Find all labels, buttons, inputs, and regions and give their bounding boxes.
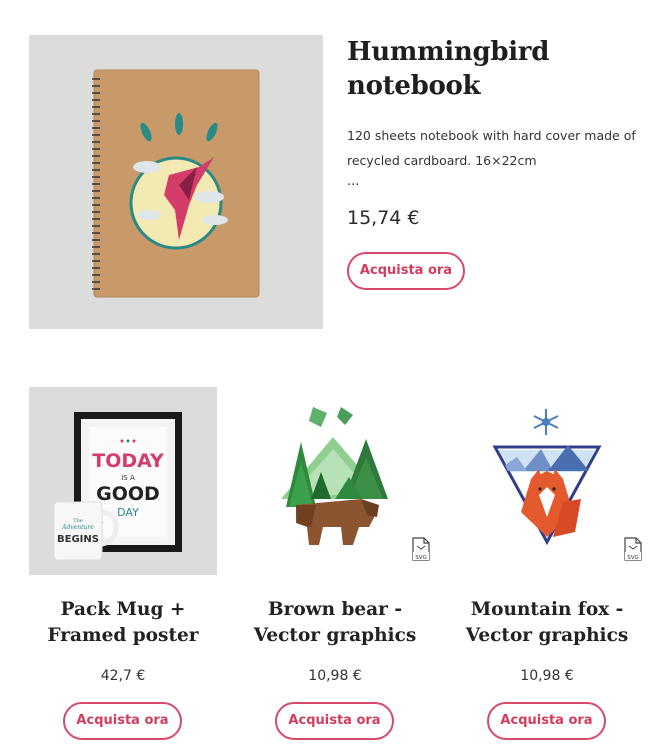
featured-buy-button[interactable]: Acquista ora bbox=[347, 252, 465, 290]
buy-button-brown-bear[interactable]: Acquista ora bbox=[275, 702, 394, 740]
product-price-brown-bear: 10,98 € bbox=[308, 668, 362, 684]
poster-line-3: GOOD bbox=[96, 483, 160, 505]
brown-bear-image[interactable]: SVG bbox=[241, 387, 431, 575]
product-title-mountain-fox[interactable]: Mountain fox - Vector graphics bbox=[453, 597, 641, 649]
mug-line-2: Adventure bbox=[61, 524, 94, 531]
featured-product-price: 15,74 € bbox=[347, 207, 420, 229]
product-price-mug-poster: 42,7 € bbox=[100, 668, 146, 684]
svg-badge-label: SVG bbox=[415, 555, 427, 561]
product-card-mountain-fox: SVG Mountain fox - Vector graphics 10,98… bbox=[453, 387, 643, 740]
mug-poster-image[interactable]: TODAY IS A GOOD DAY The Adventure BEGINS bbox=[29, 387, 217, 575]
poster-line-1: TODAY bbox=[92, 450, 164, 472]
buy-button-mountain-fox[interactable]: Acquista ora bbox=[487, 702, 606, 740]
hummingbird-notebook-image[interactable] bbox=[29, 35, 323, 329]
poster-line-2: IS A bbox=[121, 474, 135, 482]
buy-button-mug-poster[interactable]: Acquista ora bbox=[63, 702, 182, 740]
poster-line-4: DAY bbox=[117, 506, 139, 519]
svg-file-icon: SVG bbox=[411, 537, 431, 565]
product-title-brown-bear[interactable]: Brown bear - Vector graphics bbox=[241, 597, 429, 649]
svg-file-icon: SVG bbox=[623, 537, 643, 565]
featured-product-description: 120 sheets notebook with hard cover made… bbox=[347, 128, 636, 168]
featured-description-ellipsis: ... bbox=[347, 174, 360, 189]
mug-line-3: BEGINS bbox=[57, 534, 99, 545]
product-title-mug-poster[interactable]: Pack Mug + Framed poster bbox=[29, 597, 217, 649]
product-price-mountain-fox: 10,98 € bbox=[520, 668, 574, 684]
product-card-brown-bear: SVG Brown bear - Vector graphics 10,98 €… bbox=[241, 387, 431, 740]
svg-badge-label: SVG bbox=[627, 555, 639, 561]
featured-product-title[interactable]: Hummingbird notebook bbox=[347, 35, 647, 103]
product-card-mug-poster: TODAY IS A GOOD DAY The Adventure BEGINS… bbox=[29, 387, 217, 740]
mountain-fox-image[interactable]: SVG bbox=[453, 387, 643, 575]
